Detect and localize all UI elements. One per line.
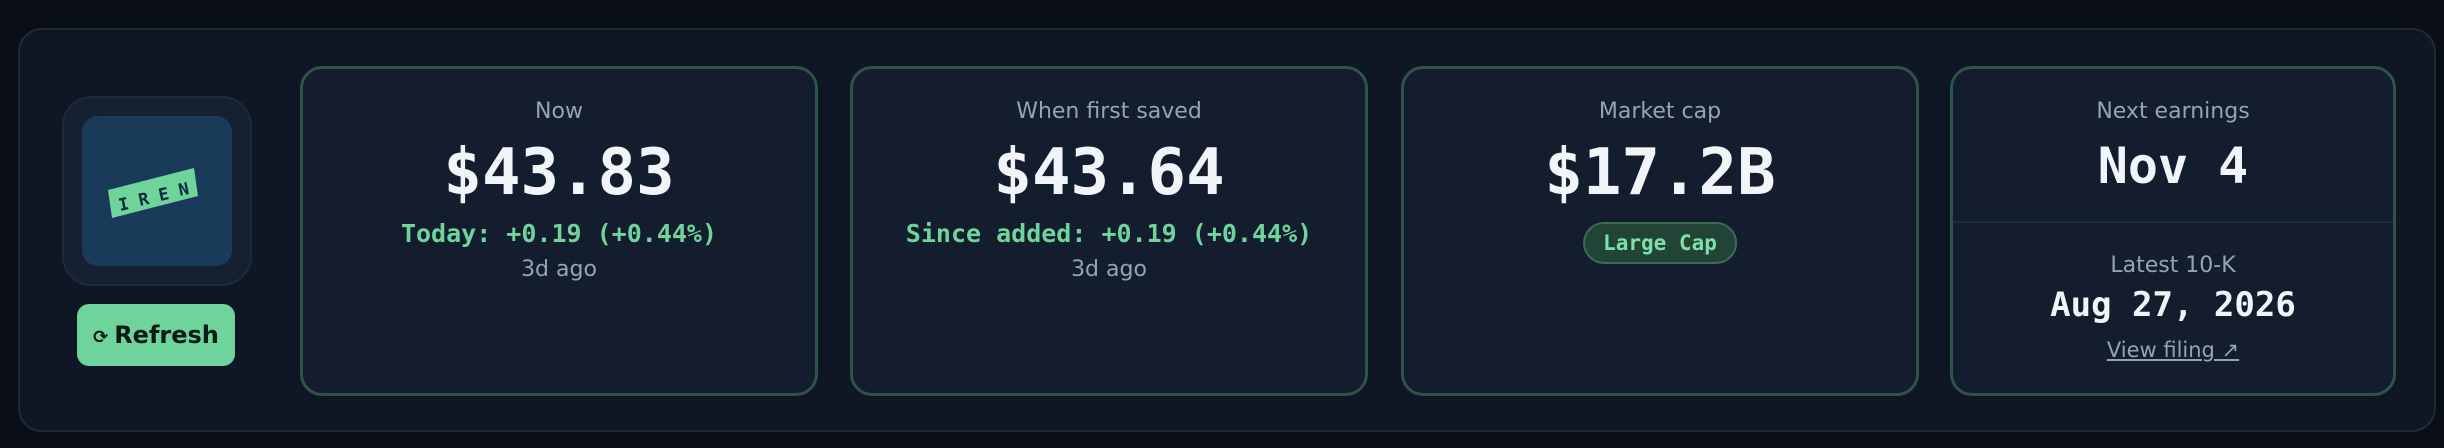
market-cap-value: $17.2B <box>1544 136 1776 210</box>
refresh-icon: ⟳ <box>93 326 109 348</box>
first-saved-price-card: When first saved $43.64 Since added: +0.… <box>850 66 1368 396</box>
refresh-label: Refresh <box>114 321 219 349</box>
iren-logo-icon: I R E N <box>82 116 232 266</box>
next-earnings-date: Nov 4 <box>2097 137 2249 195</box>
current-price-updated: 3d ago <box>521 257 597 282</box>
market-cap-label: Market cap <box>1598 99 1722 124</box>
iren-logo-mark: I R E N <box>108 168 198 218</box>
first-saved-price-value: $43.64 <box>993 136 1225 210</box>
cap-size-badge: Large Cap <box>1583 222 1737 264</box>
earnings-divider <box>1953 221 2393 223</box>
current-price-card: Now $43.83 Today: +0.19 (+0.44%) 3d ago <box>300 66 818 396</box>
current-price-value: $43.83 <box>443 136 675 210</box>
first-saved-updated: 3d ago <box>1071 257 1147 282</box>
first-saved-label: When first saved <box>1016 99 1202 124</box>
view-filing-link[interactable]: View filing ↗ <box>1953 338 2393 362</box>
next-earnings-label: Next earnings <box>2096 99 2250 124</box>
current-price-label: Now <box>535 99 583 124</box>
latest-filing-label: Latest 10-K <box>2110 253 2236 278</box>
since-added-change: Since added: +0.19 (+0.44%) <box>905 219 1313 248</box>
earnings-card: Next earnings Nov 4 Latest 10-K Aug 27, … <box>1950 66 2396 396</box>
refresh-button[interactable]: ⟳ Refresh <box>77 304 235 366</box>
today-change: Today: +0.19 (+0.44%) <box>400 219 718 248</box>
latest-filing-date: Aug 27, 2026 <box>2050 285 2296 325</box>
market-cap-card: Market cap $17.2B Large Cap <box>1401 66 1919 396</box>
